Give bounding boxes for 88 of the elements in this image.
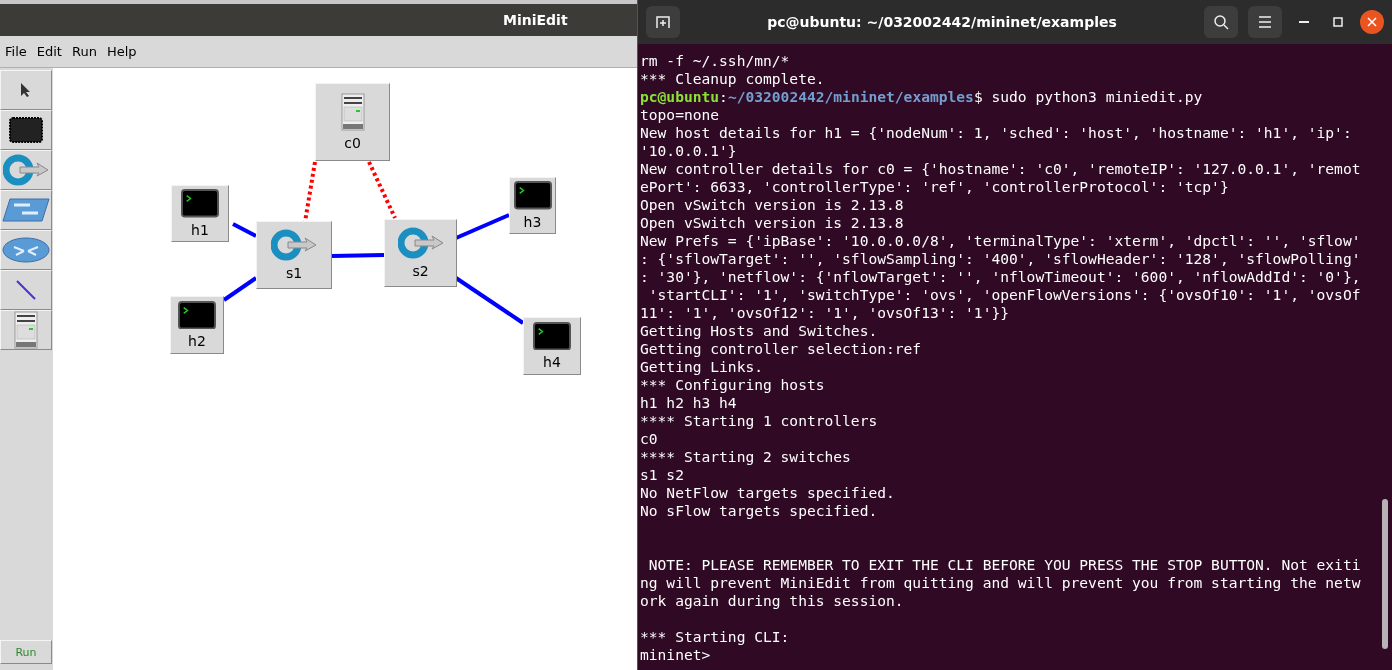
output-line: **** Starting 2 switches: [640, 448, 851, 465]
controller-node[interactable]: c0: [315, 83, 390, 161]
node-label: s2: [412, 263, 429, 279]
switch-node[interactable]: s1: [256, 221, 332, 289]
line-icon: [15, 279, 37, 301]
menu-item[interactable]: File: [2, 42, 30, 61]
node-label: s1: [285, 265, 303, 281]
search-icon: [1213, 14, 1229, 30]
output-line: New host details for h1 = {'nodeNum': 1, 'sched': 'host', 'hostname': 'h1', 'ip':: [640, 124, 1352, 141]
menu-item[interactable]: Run: [68, 42, 100, 61]
output-line: rm -f ~/.ssh/mn/*: [640, 52, 790, 69]
cursor-icon: [20, 82, 32, 98]
dashed-link: [367, 161, 397, 219]
output-line: *** Cleanup complete.: [640, 70, 825, 87]
switch-node[interactable]: s2: [384, 219, 457, 287]
menu-icon: [1258, 16, 1272, 28]
server-icon: [14, 311, 38, 349]
output-line: NOTE: PLEASE REMEMBER TO EXIT THE CLI BEFORE YOU PRESS THE STOP BUTTON. Not exiti: [647, 556, 1361, 573]
window-title: MiniEdit: [503, 12, 568, 28]
maximize-icon: [1333, 17, 1343, 27]
output-line: 11': '1', 'ovsOf12': '1', 'ovsOf13': '1'}}: [640, 304, 1010, 321]
output-line: c0: [640, 430, 658, 447]
prompt-user: pc@ubuntu: [640, 88, 720, 105]
link-line: [331, 253, 385, 258]
switch-icon: [3, 154, 49, 186]
menu-item[interactable]: Help: [103, 42, 140, 61]
node-label: h4: [543, 354, 561, 371]
close-icon: [1367, 17, 1377, 27]
flat-switch-icon: [2, 197, 50, 223]
output-line: ePort': 6633, 'controllerType': 'ref', 'controllerProtocol': 'tcp'}: [640, 178, 1229, 195]
output-line: Getting Links.: [640, 358, 763, 375]
host-node[interactable]: h1: [171, 185, 229, 242]
output-line: No sFlow targets specified.: [640, 502, 878, 519]
output-line: *** Starting CLI:: [640, 628, 790, 645]
search-button[interactable]: [1204, 6, 1238, 38]
scrollbar-thumb[interactable]: [1382, 499, 1388, 649]
output-line: New controller details for c0 = {'hostname': 'c0', 'remoteIP': '127.0.0.1', 'remot: [640, 160, 1361, 177]
output-line: 'startCLI': '1', 'switchType': 'ovs', 'openFlowVersions': {'ovsOf10': '1', 'ovsOf: [647, 286, 1361, 303]
node-label: h1: [191, 221, 209, 238]
prompt-path: ~/032002442/mininet/examples: [727, 88, 974, 105]
terminal-icon: [178, 300, 216, 330]
host-node[interactable]: h2: [170, 296, 224, 354]
minimize-icon: [1299, 21, 1309, 23]
host-node[interactable]: h3: [509, 177, 556, 234]
link-line: [222, 276, 258, 302]
output-line: No NetFlow targets specified.: [640, 484, 895, 501]
window-title: pc@ubuntu: ~/032002442/mininet/examples: [766, 14, 1118, 30]
output-line: ork again during this session.: [640, 592, 904, 609]
output-line: '10.0.0.1'}: [640, 142, 737, 159]
output-line: mininet>: [640, 646, 711, 663]
menu-item[interactable]: Edit: [33, 42, 65, 61]
output-line: : '30'}, 'netflow': {'nflowTarget': '', 'nflowTimeout': '600', 'nflowAddId': '0'},: [640, 268, 1361, 285]
switch-icon: [271, 229, 317, 261]
output-line: h1 h2 h3 h4: [640, 394, 737, 411]
tool-button[interactable]: [0, 110, 52, 150]
output-line: Open vSwitch version is 2.13.8: [640, 196, 904, 213]
terminal-icon: [533, 321, 571, 351]
output-line: Open vSwitch version is 2.13.8: [640, 214, 904, 231]
output-line: s1 s2: [640, 466, 684, 483]
output-line: topo=none: [640, 106, 720, 123]
output-line: **** Starting 1 controllers: [640, 412, 878, 429]
host-node[interactable]: h4: [523, 317, 581, 375]
output-line: New Prefs = {'ipBase': '10.0.0.0/8', 'terminalType': 'xterm', 'dpctl': '', 'sflow': [640, 232, 1361, 249]
link-line: [454, 276, 525, 325]
new-tab-button[interactable]: [646, 6, 680, 38]
output-line: Getting controller selection:ref: [640, 340, 922, 357]
link-line: [232, 222, 257, 238]
close-button[interactable]: [1360, 10, 1384, 34]
terminal-icon: [9, 117, 43, 143]
terminal-icon: [513, 181, 552, 210]
node-label: h3: [523, 213, 542, 230]
tool-button[interactable]: [0, 70, 52, 110]
switch-icon: [397, 227, 444, 259]
server-icon: [340, 93, 365, 131]
router-icon: [2, 237, 50, 263]
output-line: ng will prevent MiniEdit from quitting and will prevent you from starting the netw: [640, 574, 1361, 591]
new-tab-icon: [655, 14, 671, 30]
command-text: $ sudo python3 miniedit.py: [973, 88, 1203, 105]
node-label: h2: [188, 333, 206, 350]
tool-button[interactable]: [0, 310, 52, 350]
prompt-separator: :: [719, 88, 728, 105]
output-line: : {'sflowTarget': '', 'sflowSampling': '400', 'sflowHeader': '128', 'sflowPolling': [640, 250, 1361, 267]
terminal-icon: [181, 189, 219, 218]
output-line: *** Configuring hosts: [640, 376, 825, 393]
node-label: c0: [344, 135, 361, 151]
menu-button[interactable]: [1248, 6, 1282, 38]
link-line: [455, 213, 510, 240]
output-line: Getting Hosts and Switches.: [640, 322, 878, 339]
